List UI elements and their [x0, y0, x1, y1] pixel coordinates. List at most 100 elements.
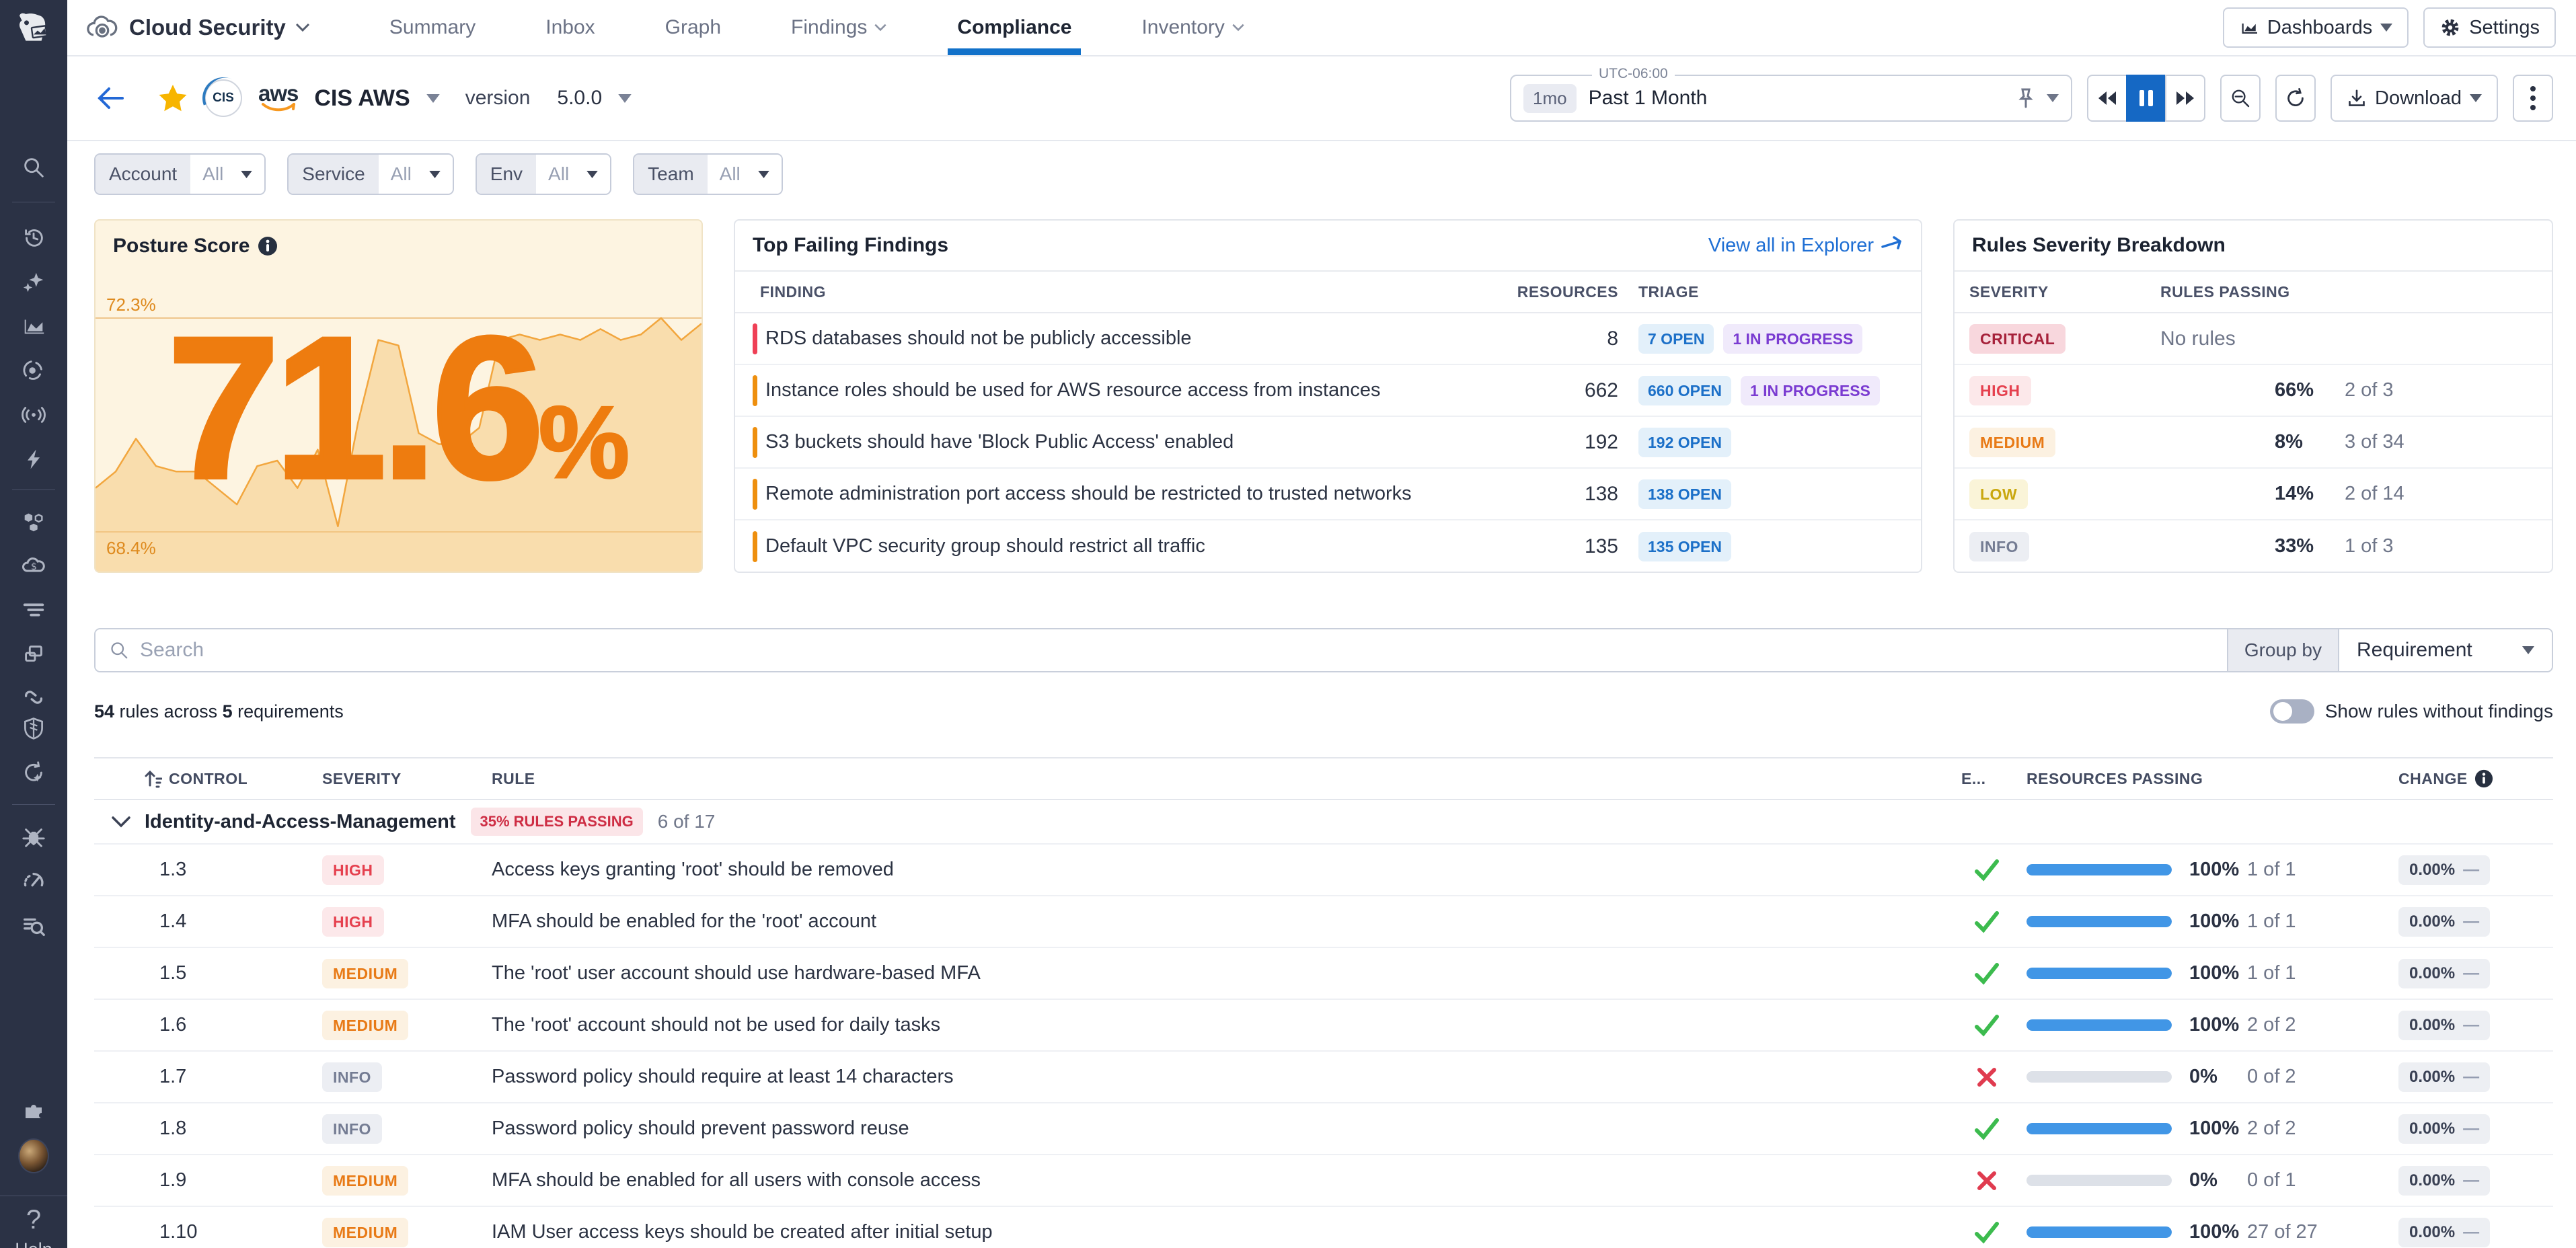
help-button[interactable]: ? Help: [0, 1205, 67, 1248]
rule-title: MFA should be enabled for the 'root' acc…: [488, 910, 1961, 933]
tab-findings[interactable]: Findings: [791, 0, 887, 55]
finding-row[interactable]: Remote administration port access should…: [735, 469, 1921, 520]
triage-badge[interactable]: 1 IN PROGRESS: [1723, 324, 1862, 354]
time-range-label: Past 1 Month: [1589, 87, 1708, 110]
rule-row[interactable]: 1.6 MEDIUM The 'root' account should not…: [94, 1000, 2553, 1052]
search-input[interactable]: [140, 639, 2213, 662]
security-shield-icon[interactable]: [18, 713, 49, 744]
tab-compliance[interactable]: Compliance: [957, 0, 1071, 55]
rewind-button[interactable]: [2087, 75, 2127, 122]
col-change[interactable]: CHANGE: [2382, 769, 2553, 788]
rule-row[interactable]: 1.10 MEDIUM IAM User access keys should …: [94, 1207, 2553, 1248]
time-range-chip: 1mo: [1523, 84, 1577, 113]
triage-badge[interactable]: 135 OPEN: [1638, 532, 1731, 561]
triage-badge[interactable]: 7 OPEN: [1638, 324, 1714, 354]
error-bug-icon[interactable]: [18, 822, 49, 853]
finding-resources-count: 662: [1511, 379, 1618, 402]
rule-evaluation: [1961, 859, 2012, 882]
resources-passing-percent: 100%: [2189, 859, 2247, 881]
rule-row[interactable]: 1.7 INFO Password policy should require …: [94, 1052, 2553, 1103]
tab-summary[interactable]: Summary: [389, 0, 476, 55]
datadog-logo[interactable]: [0, 0, 67, 56]
severity-row: INFO 33% 1 of 3: [1955, 520, 2552, 572]
dashboards-button[interactable]: Dashboards: [2223, 7, 2409, 48]
back-button[interactable]: [94, 85, 126, 112]
group-by-select[interactable]: Requirement: [2338, 629, 2552, 671]
rule-row[interactable]: 1.3 HIGH Access keys granting 'root' sho…: [94, 845, 2553, 896]
triage-badge[interactable]: 1 IN PROGRESS: [1741, 376, 1880, 405]
software-catalog-icon[interactable]: [18, 639, 49, 670]
rule-row[interactable]: 1.8 INFO Password policy should prevent …: [94, 1103, 2553, 1155]
time-range-picker[interactable]: UTC-06:00 1mo Past 1 Month: [1510, 75, 2072, 122]
triage-badge[interactable]: 138 OPEN: [1638, 479, 1731, 509]
favorite-star-icon[interactable]: [157, 83, 188, 113]
refresh-button[interactable]: [2275, 75, 2316, 122]
col-finding[interactable]: FINDING: [735, 283, 1511, 301]
finding-row[interactable]: Instance roles should be used for AWS re…: [735, 365, 1921, 417]
triage-badge[interactable]: 660 OPEN: [1638, 376, 1731, 405]
history-icon[interactable]: [18, 222, 49, 253]
view-all-explorer-link[interactable]: View all in Explorer: [1708, 235, 1903, 257]
col-resources-passing[interactable]: RESOURCES PASSING: [2012, 770, 2382, 788]
cloud-cost-icon[interactable]: $: [18, 550, 49, 581]
filter-env[interactable]: Env All: [476, 153, 611, 195]
download-button[interactable]: Download: [2331, 75, 2498, 122]
tab-inbox[interactable]: Inbox: [545, 0, 595, 55]
actions-bolt-icon[interactable]: [18, 444, 49, 475]
rule-row[interactable]: 1.5 MEDIUM The 'root' user account shoul…: [94, 948, 2553, 1000]
metrics-chart-icon[interactable]: [18, 311, 49, 342]
severity-stripe: [753, 323, 757, 354]
filter-service[interactable]: Service All: [287, 153, 454, 195]
search-icon[interactable]: [18, 152, 49, 183]
rules-summary: 54 rules across 5 requirements: [94, 701, 344, 722]
posture-score-card: Posture Score 72.3% 68.4% 71.6%: [94, 219, 703, 573]
performance-gauge-icon[interactable]: [18, 866, 49, 897]
rules-passing-badge: 35% RULES PASSING: [471, 808, 643, 836]
framework-caret-icon[interactable]: [426, 94, 440, 103]
finding-row[interactable]: Default VPC security group should restri…: [735, 520, 1921, 572]
triage-badge[interactable]: 192 OPEN: [1638, 428, 1731, 457]
finding-row[interactable]: RDS databases should not be publicly acc…: [735, 313, 1921, 365]
infrastructure-hexagons-icon[interactable]: [18, 506, 49, 537]
log-search-icon[interactable]: [18, 910, 49, 941]
rules-passing-percent: 8%: [2275, 431, 2345, 453]
col-resources[interactable]: RESOURCES: [1511, 283, 1618, 301]
tab-inventory[interactable]: Inventory: [1141, 0, 1244, 55]
settings-button[interactable]: Settings: [2423, 7, 2556, 48]
resources-passing-bar: [2026, 916, 2172, 927]
caret-down-icon[interactable]: [2047, 94, 2059, 102]
chevron-down-icon[interactable]: [111, 816, 131, 828]
col-rule[interactable]: RULE: [488, 770, 1961, 788]
filter-account[interactable]: Account All: [94, 153, 266, 195]
rule-row[interactable]: 1.9 MEDIUM MFA should be enabled for all…: [94, 1155, 2553, 1207]
col-triage[interactable]: TRIAGE: [1618, 283, 1921, 301]
resources-passing-fraction: 1 of 1: [2247, 962, 2296, 984]
user-avatar[interactable]: [18, 1140, 49, 1171]
ai-sparkles-icon[interactable]: [18, 266, 49, 297]
rule-row[interactable]: 1.4 HIGH MFA should be enabled for the '…: [94, 896, 2553, 948]
zoom-out-button[interactable]: [2220, 75, 2261, 122]
requirement-group-row[interactable]: Identity-and-Access-Management 35% RULES…: [94, 800, 2553, 845]
logs-icon[interactable]: [18, 594, 49, 625]
integrations-puzzle-icon[interactable]: [18, 1097, 49, 1128]
pause-button[interactable]: [2126, 75, 2166, 122]
tab-graph[interactable]: Graph: [665, 0, 721, 55]
kebab-menu-button[interactable]: [2513, 75, 2553, 122]
fast-forward-button[interactable]: [2165, 75, 2205, 122]
finding-row[interactable]: S3 buckets should have 'Block Public Acc…: [735, 417, 1921, 469]
product-switcher[interactable]: Cloud Security: [85, 10, 310, 45]
pin-icon[interactable]: [2017, 87, 2035, 109]
col-rule-severity[interactable]: SEVERITY: [316, 770, 488, 788]
watchdog-radar-icon[interactable]: [18, 355, 49, 386]
rule-evaluation: [1961, 1014, 2012, 1037]
version-caret-icon[interactable]: [618, 94, 632, 103]
show-rules-toggle[interactable]: [2270, 699, 2314, 724]
severity-badge: MEDIUM: [1969, 428, 2055, 457]
monitors-broadcast-icon[interactable]: [18, 399, 49, 430]
info-icon[interactable]: [2474, 769, 2493, 788]
col-evaluation[interactable]: E...: [1961, 770, 2012, 788]
filter-team[interactable]: Team All: [633, 153, 783, 195]
service-connections-icon[interactable]: [18, 682, 49, 713]
ci-refresh-icon[interactable]: [18, 757, 49, 788]
col-control[interactable]: CONTROL: [145, 769, 316, 788]
